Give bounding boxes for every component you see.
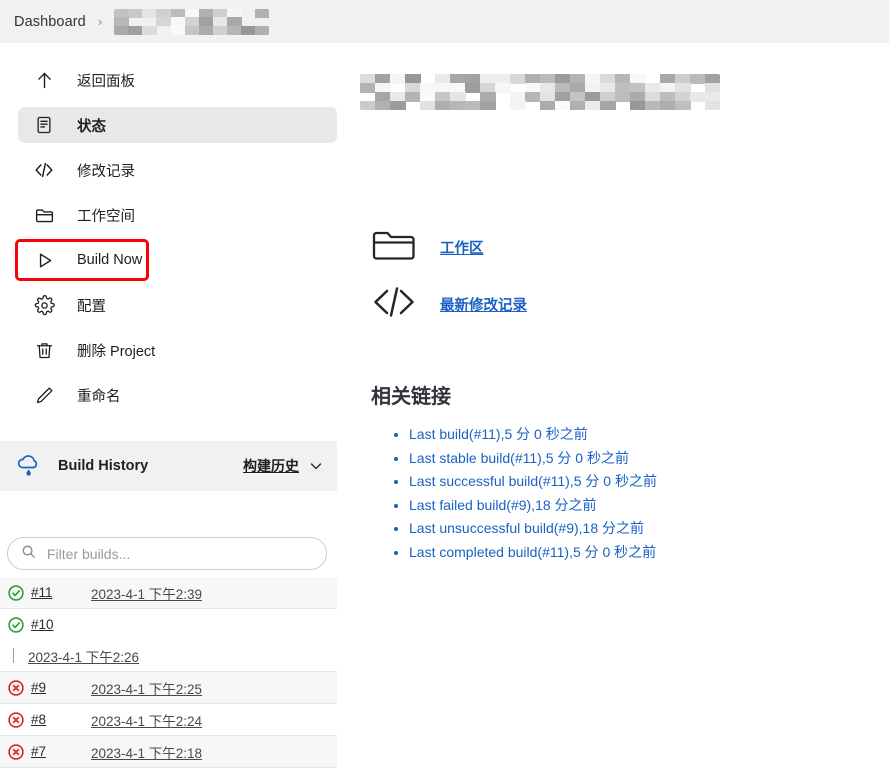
quick-link-changes[interactable]: 最新修改记录 [371, 282, 527, 327]
related-link-label[interactable]: Last successful build(#11),5 分 0 秒之前 [409, 473, 657, 489]
breadcrumb-root[interactable]: Dashboard [14, 14, 86, 30]
build-number-link[interactable]: #8 [31, 712, 91, 727]
related-link-item[interactable]: Last successful build(#11),5 分 0 秒之前 [409, 473, 657, 489]
build-timestamp-link[interactable]: 2023-4-1 下午2:18 [91, 742, 202, 762]
sidebar-item-6[interactable]: 配置 [18, 287, 337, 323]
sidebar-item-label: 重命名 [77, 388, 121, 405]
sidebar-item-5[interactable]: Build Now [15, 239, 149, 281]
sidebar-item-label: 返回面板 [77, 73, 135, 90]
gear-icon [31, 292, 57, 318]
build-history-list: #11 2023-4-1 下午2:39 #10 2023-4-1 下午2:26 #9 20… [0, 577, 337, 768]
quick-link-workspace[interactable]: 工作区 [371, 225, 484, 270]
related-link-item[interactable]: Last build(#11),5 分 0 秒之前 [409, 426, 657, 442]
build-row[interactable]: #7 2023-4-1 下午2:18 [0, 736, 337, 768]
related-links-list: Last build(#11),5 分 0 秒之前 Last stable bui… [391, 426, 657, 567]
breadcrumb-redacted-item[interactable] [114, 8, 270, 35]
quick-link-workspace-label[interactable]: 工作区 [440, 237, 484, 258]
sidebar-item-8[interactable]: 重命名 [18, 377, 337, 413]
trash-icon [31, 337, 57, 363]
related-link-item[interactable]: Last unsuccessful build(#9),18 分之前 [409, 520, 657, 536]
sidebar-item-label: 删除 Project [77, 343, 156, 360]
build-filter[interactable] [7, 537, 327, 570]
build-number-link[interactable]: #7 [31, 744, 91, 759]
related-link-label[interactable]: Last build(#11),5 分 0 秒之前 [409, 426, 588, 442]
sidebar-item-label: 修改记录 [77, 163, 135, 180]
quick-link-changes-label[interactable]: 最新修改记录 [440, 294, 527, 315]
related-link-item[interactable]: Last completed build(#11),5 分 0 秒之前 [409, 544, 657, 560]
breadcrumb-separator-icon: › [97, 14, 103, 29]
sidebar-item-label: 状态 [77, 118, 106, 135]
main-content: 工作区 最新修改记录 相关链接 Last build(#11),5 分 0 秒之… [345, 43, 889, 704]
sidebar-item-label: 工作空间 [77, 208, 135, 225]
build-timestamp-link[interactable]: 2023-4-1 下午2:26 [28, 646, 139, 666]
build-row[interactable]: #11 2023-4-1 下午2:39 [0, 577, 337, 609]
success-icon [8, 616, 24, 633]
play-triangle-icon [31, 247, 57, 273]
cloud-weather-icon [14, 452, 44, 480]
breadcrumb-bar: Dashboard › [0, 0, 889, 43]
status-document-icon [31, 112, 57, 138]
related-link-label[interactable]: Last unsuccessful build(#9),18 分之前 [409, 520, 644, 536]
failure-icon [8, 743, 24, 760]
sidebar-item-label: 配置 [77, 298, 106, 315]
build-history-title: Build History [58, 458, 149, 474]
page-title-redacted [360, 74, 720, 110]
sidebar-item-7[interactable]: 删除 Project [18, 332, 337, 368]
code-brackets-icon [371, 282, 417, 327]
build-number-link[interactable]: #11 [31, 585, 91, 600]
build-filter-box[interactable] [7, 537, 327, 570]
sidebar-nav: 返回面板状态修改记录工作空间 Build Now 配置删除 Project 重命名 [0, 43, 345, 413]
related-link-item[interactable]: Last stable build(#11),5 分 0 秒之前 [409, 450, 657, 466]
sidebar-item-label: Build Now [77, 252, 143, 268]
build-timestamp-link[interactable]: 2023-4-1 下午2:39 [91, 583, 202, 603]
build-tick-divider [13, 648, 14, 663]
build-history-header: Build History 构建历史 [0, 441, 337, 491]
arrow-up-icon [31, 67, 57, 93]
sidebar-item-3[interactable]: 修改记录 [18, 152, 337, 188]
sidebar-item-4[interactable]: 工作空间 [18, 197, 337, 233]
failure-icon [8, 711, 24, 728]
sidebar-item-1[interactable]: 返回面板 [18, 62, 337, 98]
build-timestamp-link[interactable]: 2023-4-1 下午2:25 [91, 678, 202, 698]
failure-icon [8, 679, 24, 696]
search-icon [21, 544, 36, 564]
build-number-link[interactable]: #9 [31, 680, 91, 695]
related-link-label[interactable]: Last completed build(#11),5 分 0 秒之前 [409, 544, 656, 560]
related-link-item[interactable]: Last failed build(#9),18 分之前 [409, 497, 657, 513]
related-link-label[interactable]: Last failed build(#9),18 分之前 [409, 497, 597, 513]
success-icon [8, 584, 24, 601]
sidebar: 返回面板状态修改记录工作空间 Build Now 配置删除 Project 重命名 B… [0, 43, 345, 768]
build-row[interactable]: #8 2023-4-1 下午2:24 [0, 704, 337, 736]
chevron-down-icon[interactable] [309, 459, 323, 473]
build-timestamp-link[interactable]: 2023-4-1 下午2:24 [91, 710, 202, 730]
folder-icon [371, 225, 417, 270]
build-row[interactable]: #10 2023-4-1 下午2:26 [0, 609, 337, 672]
build-number-link[interactable]: #10 [31, 617, 91, 632]
sidebar-item-2[interactable]: 状态 [18, 107, 337, 143]
build-history-link[interactable]: 构建历史 [243, 456, 299, 476]
build-row[interactable]: #9 2023-4-1 下午2:25 [0, 672, 337, 704]
related-links-heading: 相关链接 [371, 386, 451, 408]
related-link-label[interactable]: Last stable build(#11),5 分 0 秒之前 [409, 450, 629, 466]
code-brackets-icon [31, 157, 57, 183]
folder-icon [31, 202, 57, 228]
pencil-icon [31, 382, 57, 408]
search-input[interactable] [45, 544, 295, 563]
